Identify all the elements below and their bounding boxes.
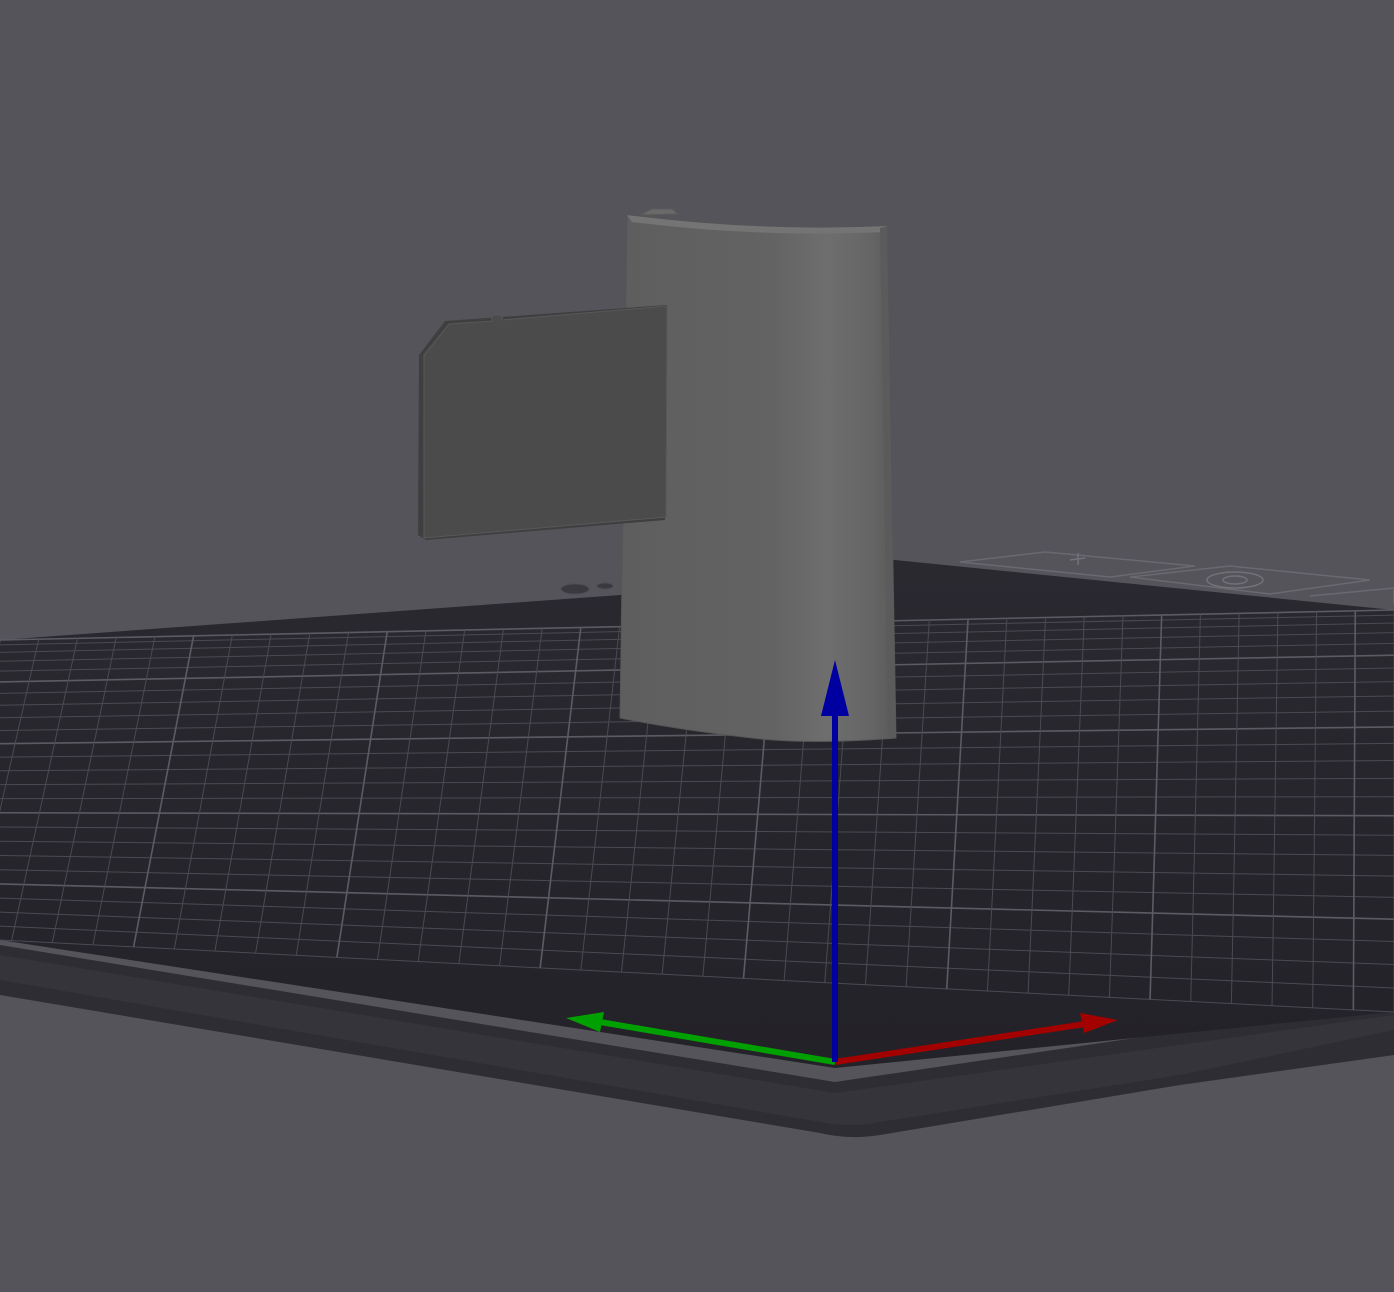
sd-card-face[interactable] [423, 305, 668, 539]
sd-card-model[interactable] [418, 305, 668, 540]
3d-viewport[interactable] [0, 0, 1394, 1292]
